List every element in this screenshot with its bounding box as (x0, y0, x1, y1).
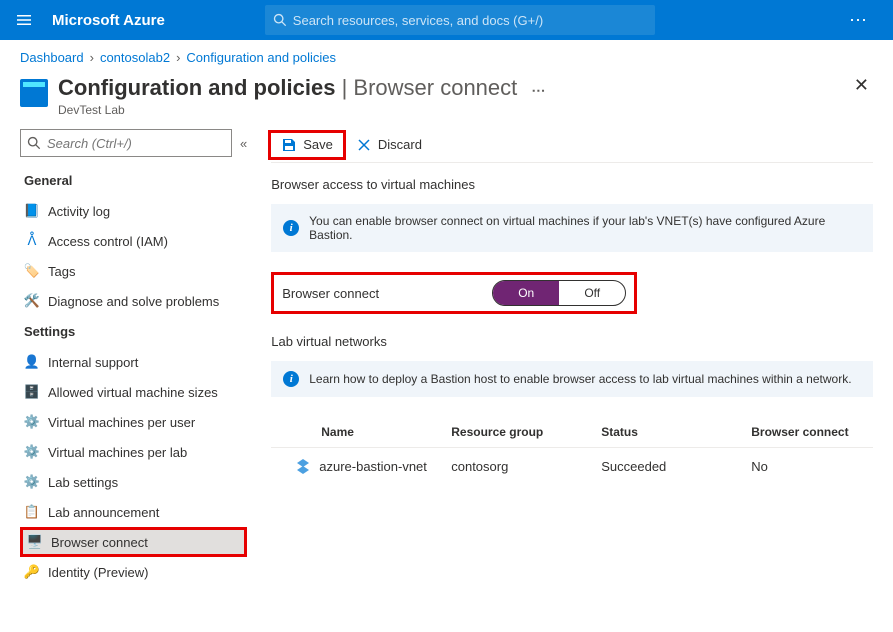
cell-name: azure-bastion-vnet (319, 459, 427, 474)
sidebar-item-tags[interactable]: 🏷️ Tags (20, 256, 247, 286)
sidebar-item-label: Diagnose and solve problems (48, 294, 219, 309)
global-search-input[interactable] (293, 13, 647, 28)
resource-icon (20, 79, 48, 107)
browser-icon: 🖥️ (27, 534, 43, 550)
save-icon (281, 137, 297, 153)
vm-sizes-icon: 🗄️ (24, 384, 40, 400)
chevron-right-icon: › (90, 50, 94, 65)
sidebar-item-label: Browser connect (51, 535, 148, 550)
tag-icon: 🏷️ (24, 263, 40, 279)
sidebar-search[interactable] (20, 129, 232, 157)
sidebar-item-label: Activity log (48, 204, 110, 219)
support-icon: 👤 (24, 354, 40, 370)
sidebar-section-settings: Settings (20, 316, 247, 347)
sidebar-item-browser-connect[interactable]: 🖥️ Browser connect (20, 527, 247, 557)
chevron-right-icon: › (176, 50, 180, 65)
sidebar-item-label: Virtual machines per user (48, 415, 195, 430)
sidebar-item-label: Lab announcement (48, 505, 159, 520)
breadcrumb: Dashboard › contosolab2 › Configuration … (20, 50, 873, 65)
sidebar-item-internal-support[interactable]: 👤 Internal support (20, 347, 247, 377)
info-text: Learn how to deploy a Bastion host to en… (309, 372, 851, 386)
section-heading: Browser access to virtual machines (271, 177, 873, 192)
sidebar-item-vm-sizes[interactable]: 🗄️ Allowed virtual machine sizes (20, 377, 247, 407)
info-icon: i (283, 220, 299, 236)
sidebar-item-label: Allowed virtual machine sizes (48, 385, 218, 400)
sidebar-item-vm-per-user[interactable]: ⚙️ Virtual machines per user (20, 407, 247, 437)
column-header-status[interactable]: Status (601, 425, 751, 439)
page-subtitle: DevTest Lab (58, 103, 545, 117)
sidebar-item-label: Lab settings (48, 475, 118, 490)
sidebar-item-lab-settings[interactable]: ⚙️ Lab settings (20, 467, 247, 497)
toggle-label: Browser connect (282, 286, 492, 301)
save-button[interactable]: Save (271, 133, 343, 157)
gear-icon: ⚙️ (24, 474, 40, 490)
breadcrumb-link[interactable]: Configuration and policies (186, 50, 336, 65)
sidebar-item-label: Access control (IAM) (48, 234, 168, 249)
activity-log-icon: 📘 (24, 203, 40, 219)
sidebar-item-label: Tags (48, 264, 75, 279)
info-banner-bastion: i You can enable browser connect on virt… (271, 204, 873, 252)
gear-icon: ⚙️ (24, 444, 40, 460)
discard-button[interactable]: Discard (346, 133, 432, 157)
cell-rg: contosorg (451, 459, 601, 474)
sidebar-item-activity-log[interactable]: 📘 Activity log (20, 196, 247, 226)
column-header-name[interactable]: Name (271, 425, 451, 439)
search-icon (27, 136, 41, 150)
hamburger-menu-button[interactable] (0, 0, 48, 40)
table-header: Name Resource group Status Browser conne… (271, 417, 873, 448)
close-icon (356, 137, 372, 153)
info-banner-networks: i Learn how to deploy a Bastion host to … (271, 361, 873, 397)
page-title-row: Configuration and policies | Browser con… (20, 75, 873, 117)
cell-status: Succeeded (601, 459, 751, 474)
vnet-icon (295, 458, 313, 474)
section-heading: Lab virtual networks (271, 334, 873, 349)
toggle-off[interactable]: Off (559, 281, 625, 305)
breadcrumb-link[interactable]: Dashboard (20, 50, 84, 65)
search-icon (273, 13, 287, 27)
hamburger-icon (16, 12, 32, 28)
sidebar-item-label: Identity (Preview) (48, 565, 148, 580)
top-bar: Microsoft Azure ⋯ (0, 0, 893, 40)
more-button[interactable]: ⋯ (849, 10, 893, 31)
sidebar: « General 📘 Activity log ᐰ Access control … (20, 129, 247, 632)
main-panel: Save Discard Browser access to virtual m… (247, 129, 873, 632)
key-icon: 🔑 (24, 564, 40, 580)
brand-label: Microsoft Azure (48, 12, 205, 29)
more-icon[interactable]: ⋯ (523, 82, 545, 98)
sidebar-item-access-control[interactable]: ᐰ Access control (IAM) (20, 226, 247, 256)
sidebar-item-lab-announcement[interactable]: 📋 Lab announcement (20, 497, 247, 527)
sidebar-item-label: Internal support (48, 355, 138, 370)
collapse-sidebar-button[interactable]: « (240, 136, 247, 151)
browser-connect-toggle[interactable]: On Off (492, 280, 626, 306)
sidebar-item-vm-per-lab[interactable]: ⚙️ Virtual machines per lab (20, 437, 247, 467)
sidebar-item-label: Virtual machines per lab (48, 445, 187, 460)
breadcrumb-link[interactable]: contosolab2 (100, 50, 170, 65)
sidebar-item-diagnose[interactable]: 🛠️ Diagnose and solve problems (20, 286, 247, 316)
page-title: Configuration and policies | Browser con… (58, 75, 545, 101)
gear-icon: ⚙️ (24, 414, 40, 430)
column-header-bc[interactable]: Browser connect (751, 425, 873, 439)
column-header-rg[interactable]: Resource group (451, 425, 601, 439)
info-text: You can enable browser connect on virtua… (309, 214, 869, 242)
sidebar-search-input[interactable] (47, 136, 225, 151)
sidebar-section-general: General (20, 165, 247, 196)
table-row[interactable]: azure-bastion-vnet contosorg Succeeded N… (271, 448, 873, 484)
announcement-icon: 📋 (24, 504, 40, 520)
info-icon: i (283, 371, 299, 387)
cell-bc: No (751, 459, 873, 474)
save-label: Save (303, 137, 333, 152)
command-bar: Save Discard (271, 129, 873, 163)
close-button[interactable]: ✕ (854, 75, 873, 96)
people-icon: ᐰ (24, 233, 40, 249)
global-search[interactable] (265, 5, 655, 35)
toggle-on[interactable]: On (493, 281, 559, 305)
discard-label: Discard (378, 137, 422, 152)
sidebar-item-identity[interactable]: 🔑 Identity (Preview) (20, 557, 247, 587)
diagnose-icon: 🛠️ (24, 293, 40, 309)
